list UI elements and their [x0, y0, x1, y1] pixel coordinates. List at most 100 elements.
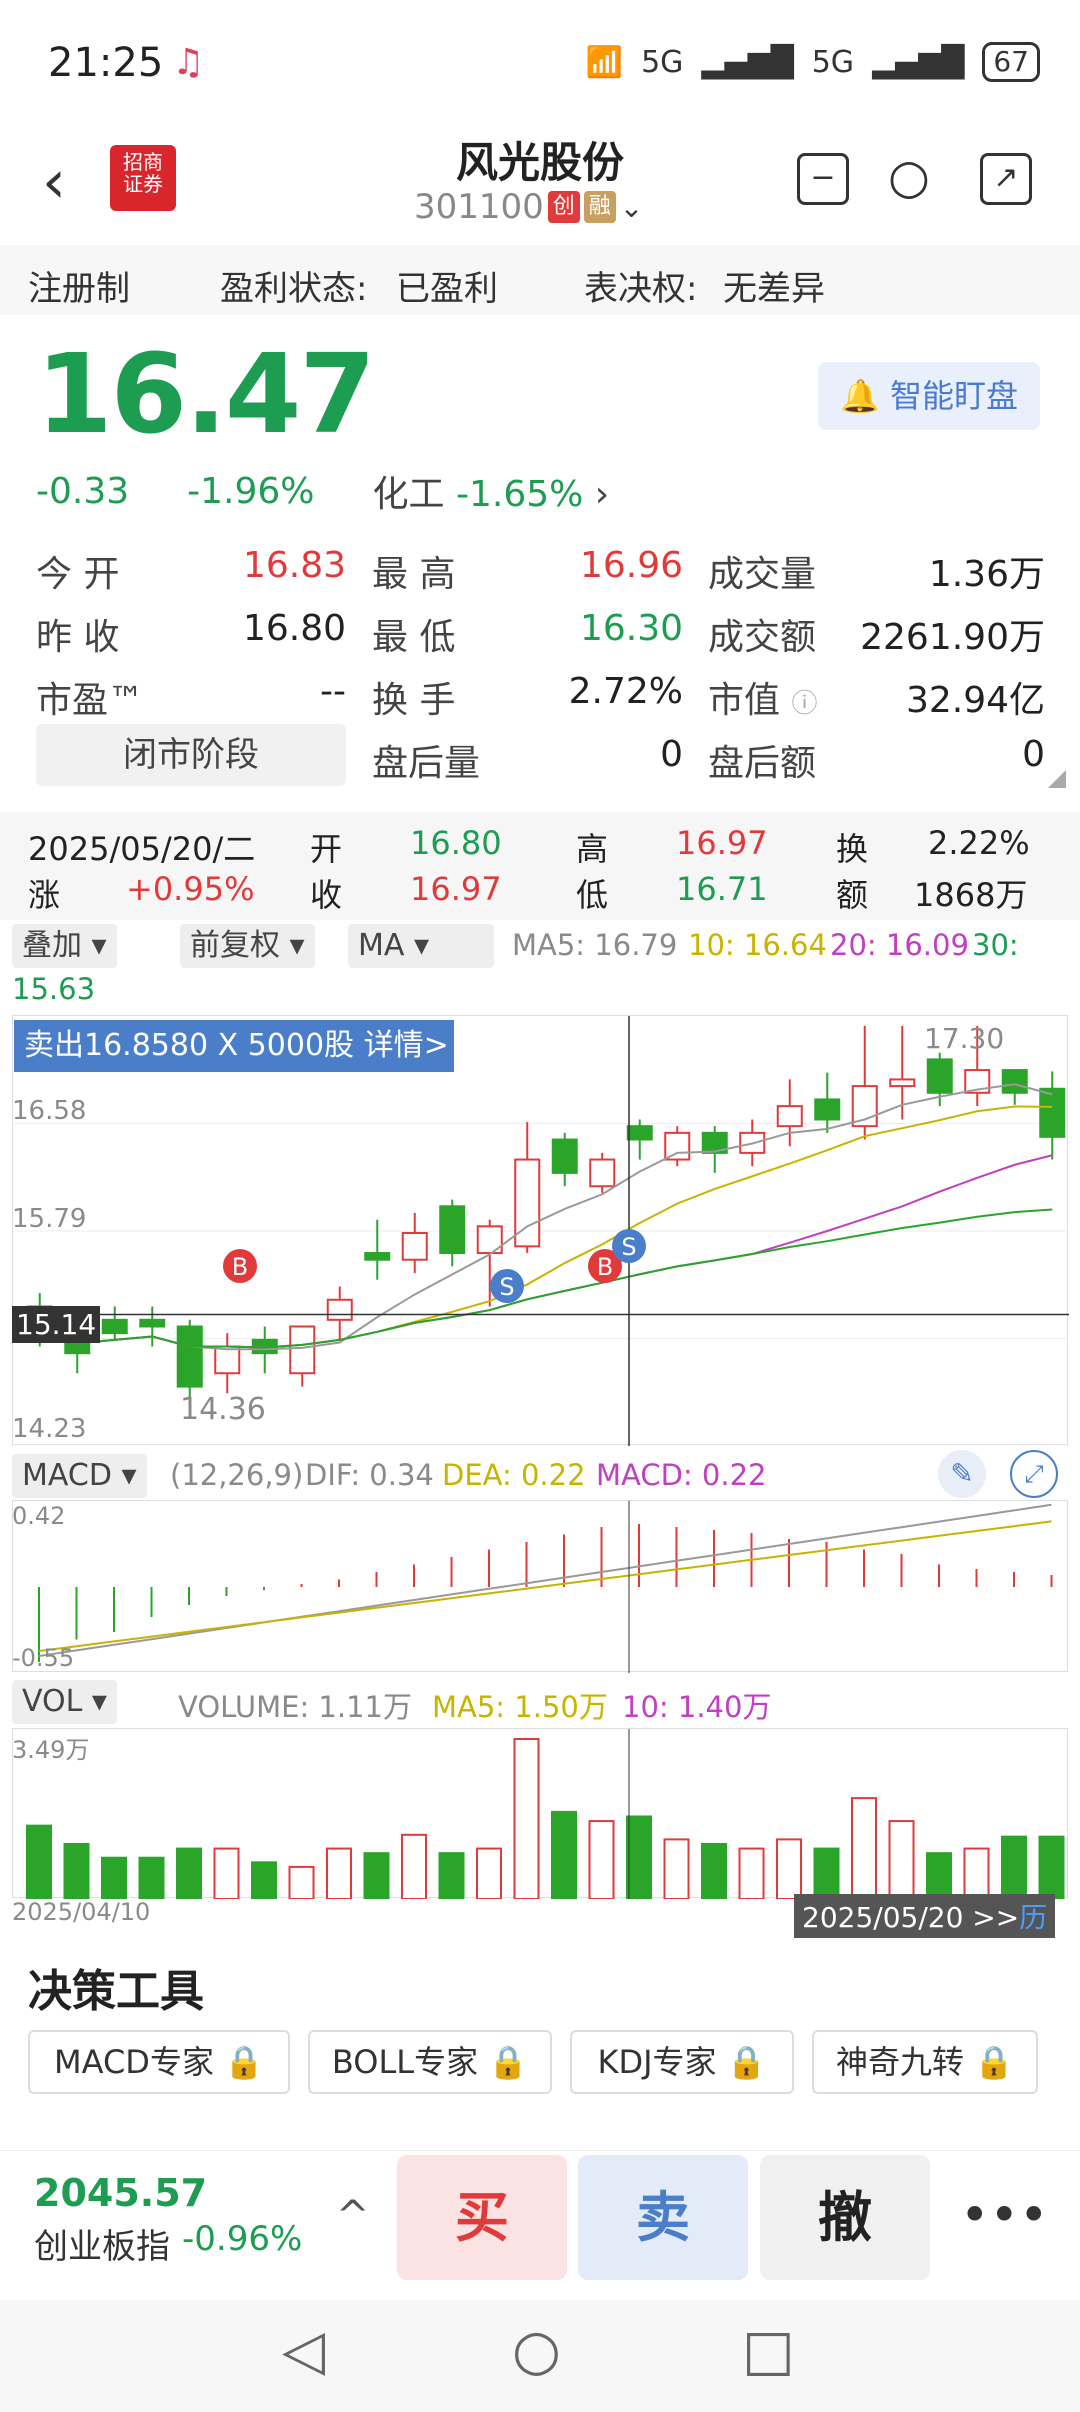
- adjust-dropdown[interactable]: 前复权 ▾: [180, 924, 315, 968]
- kline-open: 16.80: [410, 824, 502, 862]
- tool-boll[interactable]: BOLL专家 🔒: [308, 2030, 552, 2094]
- dea-line: [38, 1520, 1052, 1652]
- system-nav-bar: ◁ ○ □: [0, 2300, 1080, 2412]
- macd-macd: MACD: 0.22: [596, 1458, 767, 1492]
- macd-chart[interactable]: [12, 1500, 1068, 1673]
- ma10-value: 10: 16.64: [688, 928, 827, 962]
- industry-link[interactable]: 化工 -1.65% ›: [373, 465, 610, 517]
- cancel-button[interactable]: 撤: [760, 2155, 930, 2280]
- clock: 21:25: [48, 40, 164, 86]
- stock-code[interactable]: 301100 创 融 ⌄: [414, 187, 643, 227]
- trade-marker-label: S: [621, 1233, 636, 1261]
- candle-body: [664, 1131, 691, 1161]
- volume-bar: [551, 1810, 577, 1900]
- index-name: 创业板指: [34, 2227, 170, 2267]
- adjust-label: 前复权: [190, 928, 280, 963]
- volume-bar: [963, 1847, 990, 1900]
- macd-top: 0.42: [12, 1502, 66, 1530]
- y-label-2: 15.79: [12, 1204, 87, 1234]
- edit-icon[interactable]: ✎: [938, 1450, 986, 1498]
- minus-icon[interactable]: −: [797, 153, 849, 205]
- candle-body: [401, 1232, 428, 1261]
- vol-dropdown[interactable]: VOL ▾: [12, 1680, 117, 1724]
- indicator-dropdown[interactable]: MA ▾: [348, 924, 494, 968]
- macd-dropdown[interactable]: MACD ▾: [12, 1454, 147, 1498]
- lock-icon: 🔒: [974, 2043, 1015, 2081]
- industry-name: 化工: [372, 474, 445, 515]
- end-date-text: 2025/05/20 >>: [802, 1901, 1020, 1934]
- price-change-row: -0.33 -1.96% 化工 -1.65% ›: [36, 465, 609, 517]
- history-label: 历: [1019, 1901, 1048, 1934]
- volume-bar: [738, 1847, 765, 1900]
- share-icon[interactable]: ↗: [980, 153, 1032, 205]
- volume-bar: [926, 1852, 952, 1900]
- candle-body: [889, 1078, 916, 1088]
- volume-label: 成交量: [708, 554, 817, 595]
- crosshair-price: 15.14: [12, 1306, 101, 1343]
- vol-end-date[interactable]: 2025/05/20 >>历: [794, 1894, 1056, 1938]
- alert-button[interactable]: 🔔 智能盯盘: [818, 362, 1040, 430]
- info-row: 注册制 盈利状态: 已盈利 表决权: 无差异: [0, 245, 1080, 315]
- overlay-dropdown[interactable]: 叠加 ▾: [12, 924, 117, 968]
- profit-label: 盈利状态:: [220, 269, 368, 309]
- trade-marker-label: B: [597, 1253, 613, 1281]
- volume-bar: [626, 1815, 652, 1900]
- pe-value: --: [320, 671, 346, 712]
- kline-svg: BSBS: [13, 1016, 1069, 1446]
- lock-icon: 🔒: [224, 2043, 264, 2081]
- amount-value: 2261.90万: [860, 617, 1045, 658]
- alert-label: 智能盯盘: [890, 377, 1019, 415]
- kline-low: 16.71: [676, 870, 768, 908]
- volume-bar: [438, 1852, 465, 1900]
- candle-body: [1001, 1069, 1028, 1094]
- tool-macd-label: MACD专家: [54, 2043, 214, 2081]
- kline-high-label: 高: [576, 830, 609, 868]
- candle-body: [439, 1205, 466, 1255]
- profit-status: 已盈利: [396, 269, 498, 309]
- status-bar: 21:25 ♫ 📶 5G ▂▄▆█ 5G ▂▄▆█ 67: [0, 0, 1080, 125]
- battery-icon: 67: [982, 42, 1040, 82]
- volume-bar: [663, 1838, 690, 1900]
- rong-tag: 融: [583, 191, 616, 223]
- candle-body: [1039, 1087, 1066, 1138]
- market-cap-label[interactable]: 市值 ⓘ: [708, 671, 817, 723]
- high-label: 最 高: [372, 554, 456, 595]
- fullscreen-icon[interactable]: ⤢: [1010, 1450, 1058, 1498]
- tool-kdj-label: KDJ专家: [597, 2043, 717, 2081]
- more-icon[interactable]: •••: [960, 2186, 1048, 2244]
- after-volume-label: 盘后量: [372, 743, 481, 784]
- tool-kdj[interactable]: KDJ专家 🔒: [570, 2030, 794, 2094]
- nav-back-icon[interactable]: ◁: [282, 2318, 325, 2383]
- trade-marker-label: B: [232, 1253, 248, 1281]
- candle-body: [364, 1252, 391, 1261]
- network-5g-2: 5G: [811, 44, 855, 80]
- open-label: 今 开: [36, 554, 120, 595]
- nav-recent-icon[interactable]: □: [742, 2318, 795, 2383]
- macd-dea: DEA: 0.22: [442, 1458, 586, 1492]
- ma30-label: 30:: [972, 928, 1019, 962]
- volume-chart[interactable]: [12, 1728, 1068, 1901]
- chart-max-label: 17.30: [924, 1022, 1005, 1055]
- macd-params: (12,26,9): [170, 1458, 304, 1492]
- low-label: 最 低: [372, 617, 456, 658]
- search-icon[interactable]: ○: [888, 149, 930, 205]
- volume-bar: [251, 1861, 277, 1900]
- chevron-up-icon[interactable]: ^: [336, 2193, 370, 2239]
- tool-macd[interactable]: MACD专家 🔒: [28, 2030, 290, 2094]
- candle-body: [326, 1298, 353, 1321]
- vol-ma5: MA5: 1.50万: [432, 1690, 608, 1724]
- header: ‹ 招商 证券 风光股份 301100 创 融 ⌄ − ○ ↗: [0, 125, 1080, 240]
- sell-button[interactable]: 卖: [578, 2155, 748, 2280]
- buy-button[interactable]: 买: [397, 2155, 567, 2280]
- candle-body: [926, 1058, 953, 1094]
- ma30-value: 15.63: [12, 972, 96, 1006]
- trade-banner[interactable]: 卖出16.8580 X 5000股 详情>: [14, 1020, 454, 1072]
- tool-nine[interactable]: 神奇九转 🔒: [812, 2030, 1038, 2094]
- wifi-icon: 📶: [585, 44, 624, 80]
- kline-chart[interactable]: BSBS: [12, 1015, 1069, 1446]
- expand-corner-icon[interactable]: [1048, 770, 1066, 788]
- nav-home-icon[interactable]: ○: [512, 2318, 561, 2383]
- vol-volume: VOLUME: 1.11万: [178, 1690, 412, 1724]
- volume-bar: [63, 1842, 90, 1900]
- macd-dif: DIF: 0.34: [305, 1458, 434, 1492]
